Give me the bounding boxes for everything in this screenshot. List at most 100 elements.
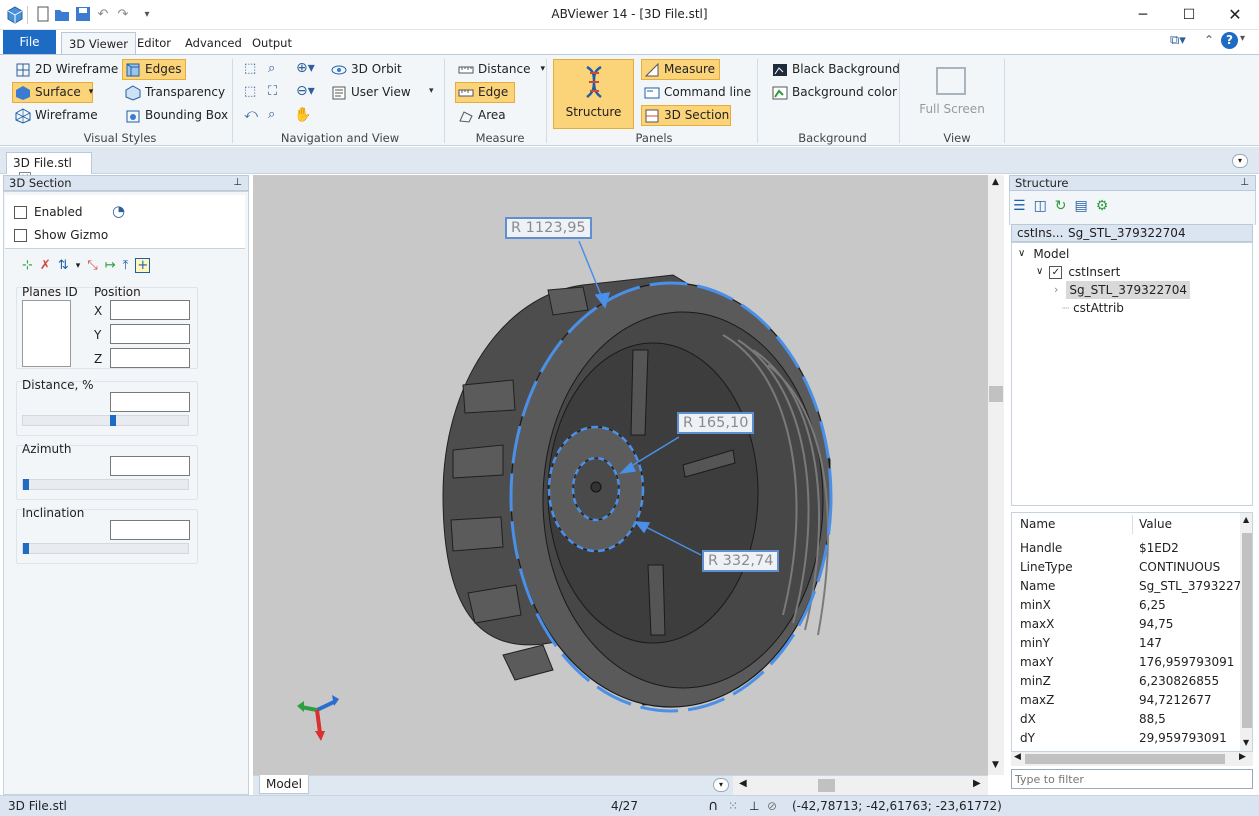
property-row[interactable]: maxX 94,75 xyxy=(1012,615,1240,634)
collapse-ribbon-icon[interactable]: ⌃ xyxy=(1204,33,1214,47)
inclination-slider-thumb[interactable] xyxy=(23,543,29,554)
planes-id-list[interactable] xyxy=(22,300,71,367)
scroll-right-icon[interactable]: ▶ xyxy=(973,778,981,789)
fit-to-window-icon[interactable]: ⛶ xyxy=(268,84,277,99)
zoom-out-icon[interactable]: ⊖▾ xyxy=(296,83,315,99)
distance-dropdown[interactable]: Distance ▾ xyxy=(455,59,550,80)
distance-slider-thumb[interactable] xyxy=(110,415,117,426)
help-icon[interactable]: ? xyxy=(1221,32,1238,49)
previous-view-icon[interactable]: ⤺ xyxy=(244,107,258,122)
property-row[interactable]: Handle $1ED2 xyxy=(1012,539,1240,558)
section-box-icon[interactable]: + xyxy=(135,258,151,273)
position-z-input[interactable] xyxy=(110,348,190,368)
export-icon[interactable]: ⚙ xyxy=(1096,198,1109,214)
property-row[interactable]: Name Sg_STL_379322704 xyxy=(1012,577,1252,596)
surface-dropdown[interactable]: Surface ▾ xyxy=(12,82,93,103)
enabled-checkbox[interactable] xyxy=(14,205,27,219)
show-gizmo-checkbox[interactable] xyxy=(14,228,27,242)
value-column-header[interactable]: Value xyxy=(1139,515,1172,534)
dimension-label-hub[interactable]: R 165,10 xyxy=(677,412,755,434)
scroll-left-icon[interactable]: ◀ xyxy=(1014,752,1021,762)
command-line-button[interactable]: Command line xyxy=(641,82,756,103)
move-plane-icon[interactable]: ↦ xyxy=(105,258,116,273)
bounding-box-button[interactable]: Bounding Box xyxy=(122,105,233,126)
delete-plane-icon[interactable]: ✗ xyxy=(40,258,51,273)
polar-tracking-icon[interactable]: ⊘ xyxy=(767,796,777,816)
properties-horizontal-scrollbar[interactable]: ◀ ▶ xyxy=(1011,752,1253,766)
add-plane-icon[interactable]: ⊹ xyxy=(22,258,33,273)
properties-vertical-scrollbar[interactable]: ▲ ▼ xyxy=(1240,513,1252,751)
minimize-button[interactable]: ─ xyxy=(1120,0,1166,30)
position-y-input[interactable] xyxy=(110,324,190,344)
section-mode-icon[interactable]: ◔ xyxy=(112,202,125,220)
dimension-label-bore[interactable]: R 332,74 xyxy=(702,550,780,572)
tree-item-model[interactable]: ∨ Model xyxy=(1018,245,1069,263)
zoom-window-icon[interactable]: ⬚ xyxy=(244,61,256,76)
zoom-in-icon[interactable]: ⊕▾ xyxy=(296,60,315,76)
pan-window-icon[interactable]: ⬚ xyxy=(244,84,256,99)
model-tab[interactable]: Model xyxy=(259,775,309,794)
property-row[interactable]: minZ 6,230826855 xyxy=(1012,672,1240,691)
tree-item-attrib[interactable]: ┈ cstAttrib xyxy=(1062,299,1124,317)
show-gizmo-checkbox-row[interactable]: Show Gizmo xyxy=(14,228,108,242)
measure-panel-button[interactable]: Measure xyxy=(641,59,720,80)
scroll-down-icon[interactable]: ▼ xyxy=(992,760,999,770)
black-background-button[interactable]: Black Background xyxy=(769,59,905,80)
align-plane-icon[interactable]: ⤒ xyxy=(123,258,129,273)
rotate-plane-icon[interactable]: ⤡ xyxy=(87,258,97,273)
property-row[interactable]: minX 6,25 xyxy=(1012,596,1240,615)
pin-icon[interactable]: ⊥ xyxy=(233,176,242,190)
distance-input[interactable] xyxy=(110,392,190,412)
azimuth-slider[interactable] xyxy=(22,479,189,490)
zoom-rect-icon[interactable]: ⌕ xyxy=(268,61,275,76)
layout-list-icon[interactable]: ▾ xyxy=(713,778,729,792)
inclination-slider[interactable] xyxy=(22,543,189,554)
zoom-extents-icon[interactable]: ⌕ xyxy=(268,107,275,122)
pan-hand-icon[interactable]: ✋ xyxy=(294,107,311,123)
tab-editor[interactable]: Editor xyxy=(130,32,178,54)
inclination-input[interactable] xyxy=(110,520,190,540)
chevron-down-icon[interactable]: ∨ xyxy=(1018,245,1025,263)
breadcrumb-item[interactable]: cstIns... xyxy=(1017,226,1063,240)
tab-3d-viewer[interactable]: 3D Viewer xyxy=(61,32,136,54)
scroll-right-icon[interactable]: ▶ xyxy=(1239,752,1246,762)
maximize-button[interactable]: ☐ xyxy=(1166,0,1212,30)
pin-icon[interactable]: ⊥ xyxy=(1240,176,1249,190)
properties-icon[interactable]: ▤ xyxy=(1075,198,1088,214)
property-row[interactable]: minY 147 xyxy=(1012,634,1240,653)
layout-switch-icon[interactable]: ⧉▾ xyxy=(1170,33,1186,48)
3d-orbit-button[interactable]: 3D Orbit xyxy=(328,59,407,80)
file-menu-button[interactable]: File xyxy=(3,30,56,54)
refresh-icon[interactable]: ↻ xyxy=(1055,198,1067,214)
flip-plane-icon[interactable]: ⇅ xyxy=(58,258,69,273)
structure-button[interactable]: Structure xyxy=(553,59,634,129)
dimension-label-outer[interactable]: R 1123,95 xyxy=(505,217,592,239)
breadcrumb-item[interactable]: Sg_STL_379322704 xyxy=(1068,226,1186,240)
tree-item-insert[interactable]: ∨ ✓ cstInsert xyxy=(1036,263,1120,281)
background-color-button[interactable]: Background color xyxy=(769,82,902,103)
edges-button[interactable]: Edges xyxy=(122,59,186,80)
property-row[interactable]: LineType CONTINUOUS xyxy=(1012,558,1240,577)
property-row[interactable]: dY 29,959793091 xyxy=(1012,729,1240,748)
help-dropdown-icon[interactable]: ▾ xyxy=(1240,33,1245,44)
property-row[interactable]: maxY 176,959793091 xyxy=(1012,653,1240,672)
3d-section-button[interactable]: 3D Section xyxy=(641,105,731,126)
2d-wireframe-button[interactable]: 2D Wireframe xyxy=(12,59,123,80)
tab-output[interactable]: Output xyxy=(245,32,299,54)
tab-advanced[interactable]: Advanced xyxy=(178,32,249,54)
area-button[interactable]: Area xyxy=(455,105,511,126)
chevron-right-icon[interactable]: › xyxy=(1054,281,1058,299)
viewport-vertical-scrollbar[interactable]: ▲ ▼ xyxy=(988,175,1004,775)
property-row[interactable]: dX 88,5 xyxy=(1012,710,1240,729)
azimuth-slider-thumb[interactable] xyxy=(23,479,29,490)
tab-list-icon[interactable]: ▾ xyxy=(1232,154,1248,168)
user-view-dropdown-icon[interactable]: ▾ xyxy=(429,86,434,96)
ortho-icon[interactable]: ⊥ xyxy=(749,796,759,816)
vertical-scroll-thumb[interactable] xyxy=(989,386,1003,402)
distance-slider[interactable] xyxy=(22,415,189,426)
transparency-button[interactable]: Transparency xyxy=(122,82,230,103)
document-tab[interactable]: 3D File.stl ✕ xyxy=(6,152,92,185)
properties-hscroll-thumb[interactable] xyxy=(1025,754,1225,764)
properties-scroll-thumb[interactable] xyxy=(1242,533,1252,728)
chevron-down-icon[interactable]: ∨ xyxy=(1036,263,1043,281)
